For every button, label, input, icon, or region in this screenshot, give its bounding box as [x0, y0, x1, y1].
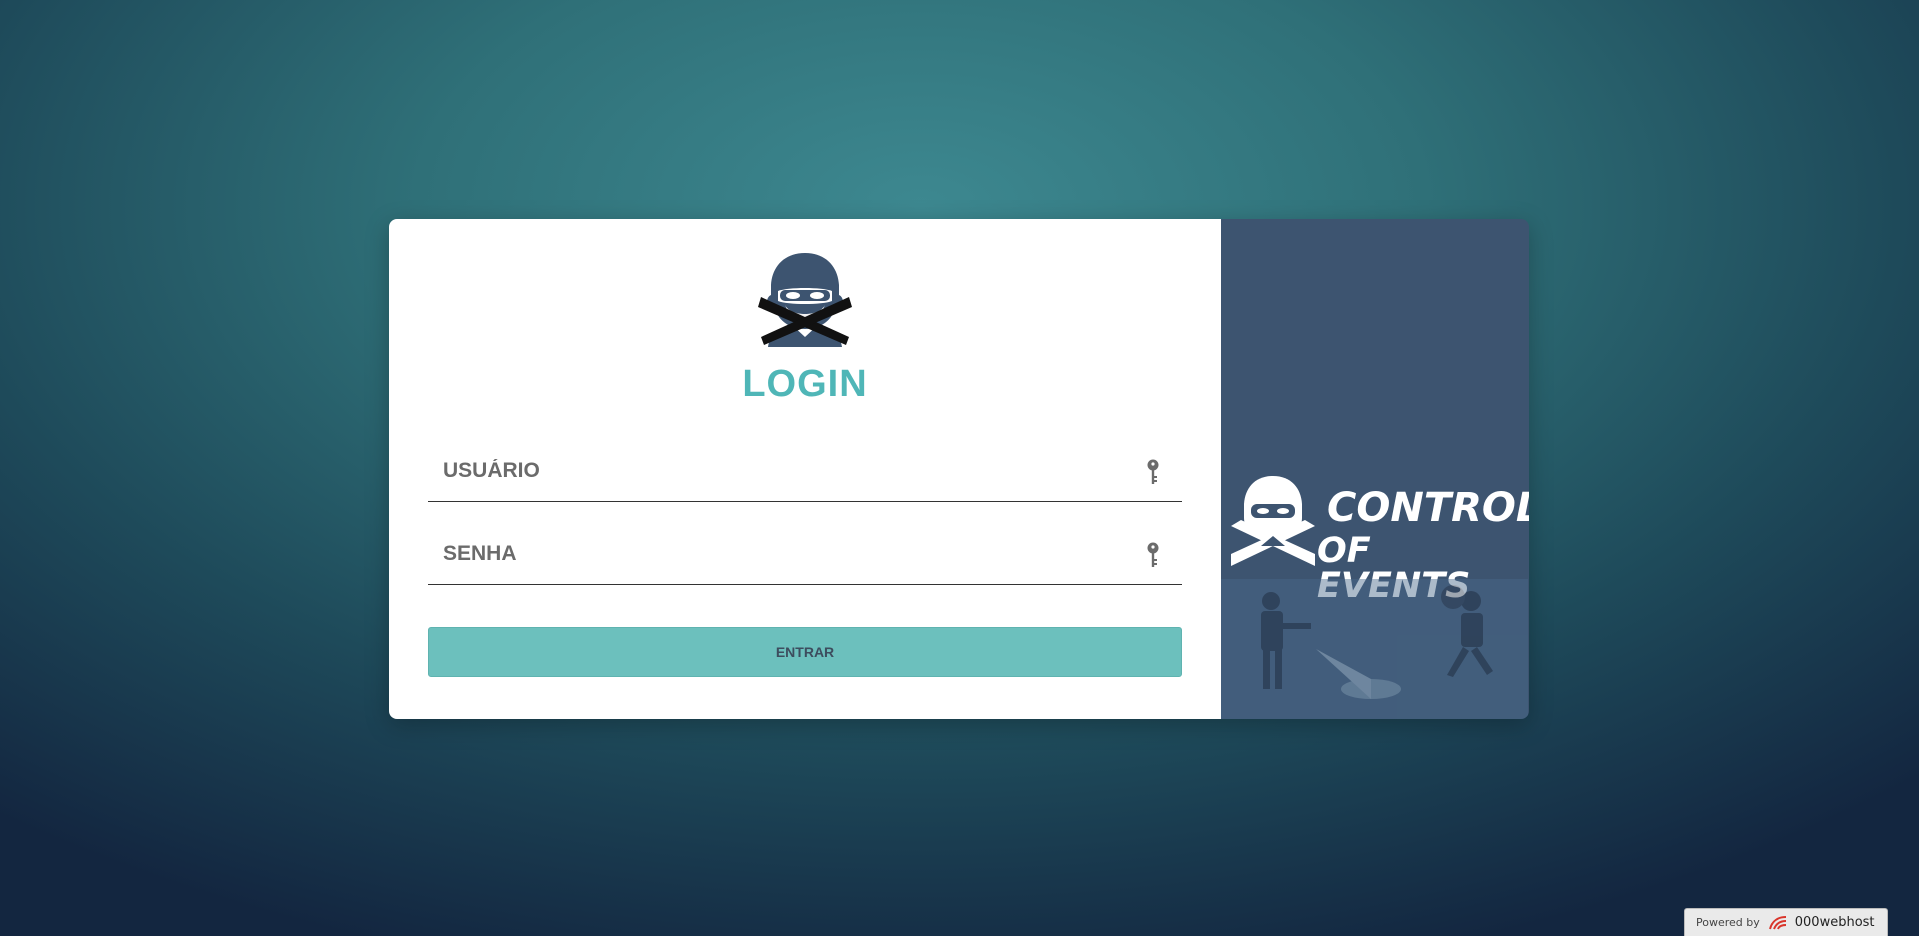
webhost-logo-icon	[1768, 915, 1786, 929]
submit-button[interactable]: ENTRAR	[428, 627, 1182, 677]
host-name: 000webhost	[1794, 915, 1875, 930]
login-card: LOGIN ENTRAR	[389, 219, 1529, 719]
hooded-thief-logo-icon	[1231, 476, 1315, 566]
username-field	[428, 443, 1182, 502]
brand-panel: CONTROL OF EVENTS	[1221, 219, 1529, 719]
brand-title-line1: CONTROL	[1327, 485, 1529, 531]
password-field	[428, 526, 1182, 585]
police-chase-illustration	[1221, 579, 1528, 719]
brand-logo: CONTROL OF EVENTS	[1231, 474, 1529, 604]
masked-thief-icon	[758, 253, 852, 347]
login-title: LOGIN	[742, 363, 868, 405]
powered-by-label: Powered by	[1696, 916, 1760, 929]
login-panel: LOGIN ENTRAR	[389, 219, 1221, 719]
key-icon	[1147, 542, 1159, 567]
key-icon	[1147, 459, 1159, 484]
powered-by-badge[interactable]: Powered by 000webhost	[1684, 908, 1888, 936]
username-input[interactable]	[428, 443, 1143, 499]
password-input[interactable]	[428, 526, 1143, 582]
